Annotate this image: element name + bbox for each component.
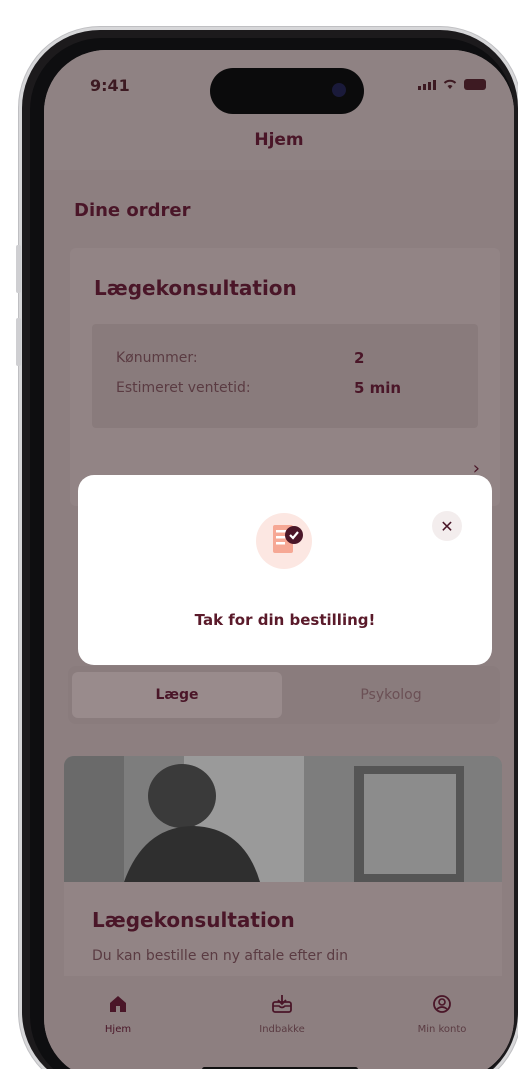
promo-photo-scene	[64, 756, 502, 882]
wait-time-label: Estimeret ventetid:	[116, 380, 251, 396]
queue-number-label: Kønummer:	[116, 350, 198, 366]
order-card[interactable]: Lægekonsultation Kønummer: 2 Estimeret v…	[70, 248, 500, 506]
toggle-option-psychologist[interactable]: Psykolog	[286, 672, 496, 718]
status-time: 9:41	[90, 76, 130, 95]
close-button[interactable]: ✕	[432, 511, 462, 541]
wait-time-value: 5 min	[354, 379, 402, 397]
order-title: Lægekonsultation	[94, 276, 297, 300]
toggle-option-doctor[interactable]: Læge	[72, 672, 282, 718]
promo-title: Lægekonsultation	[92, 908, 295, 932]
tab-bar: Hjem Indbakke Min konto	[44, 976, 514, 1069]
queue-number-value: 2	[354, 349, 365, 367]
confirmation-modal: ✕ Tak for din bestilling!	[78, 475, 492, 665]
camera-icon	[332, 83, 346, 97]
page-title: Hjem	[254, 130, 304, 150]
tab-home-label: Hjem	[104, 1024, 132, 1035]
provider-toggle: Læge Psykolog	[68, 666, 500, 724]
tab-inbox-label: Indbakke	[259, 1024, 305, 1035]
status-bar: 9:41	[44, 50, 514, 120]
tab-home[interactable]: Hjem	[58, 994, 178, 1035]
order-confirmed-icon	[256, 513, 312, 569]
account-icon	[433, 995, 451, 1013]
order-info-box: Kønummer: 2 Estimeret ventetid: 5 min	[92, 324, 478, 428]
tab-account-label: Min konto	[417, 1024, 467, 1035]
home-icon	[110, 996, 126, 1012]
confirmation-message: Tak for din bestilling!	[194, 611, 376, 629]
tab-inbox[interactable]: Indbakke	[222, 994, 342, 1035]
tab-account[interactable]: Min konto	[382, 994, 502, 1035]
orders-section-title: Dine ordrer	[74, 200, 191, 221]
volume-down-button	[16, 318, 21, 366]
signal-icon	[418, 80, 436, 90]
promo-photo	[64, 756, 502, 882]
battery-icon	[464, 79, 486, 90]
volume-up-button	[16, 245, 21, 293]
dynamic-island	[210, 68, 364, 114]
inbox-icon	[272, 995, 292, 1013]
status-icons	[418, 78, 486, 90]
wifi-icon	[443, 79, 457, 89]
promo-description: Du kan bestille en ny aftale efter din	[92, 948, 348, 964]
close-icon: ✕	[440, 516, 454, 536]
